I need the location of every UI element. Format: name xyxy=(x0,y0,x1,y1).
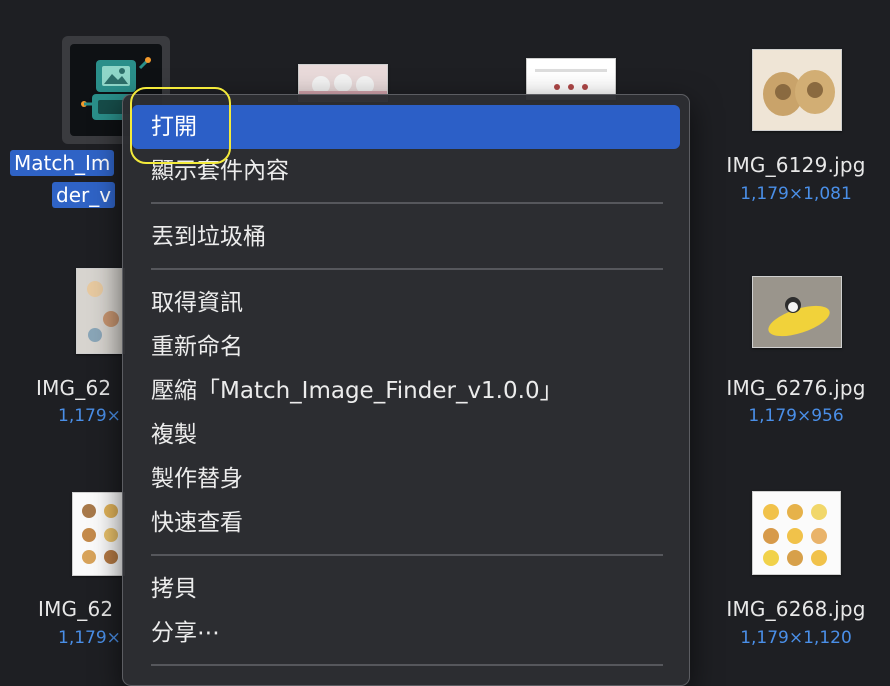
menu-item-show-package-contents[interactable]: 顯示套件內容 xyxy=(132,149,680,193)
thumbnail-img-6268[interactable] xyxy=(752,491,841,575)
menu-separator xyxy=(151,554,663,556)
menu-item-open[interactable]: 打開 xyxy=(132,105,680,149)
photo-thumbnail-icon xyxy=(753,277,841,347)
thumbnail-img-6129[interactable] xyxy=(752,49,842,131)
file-dimensions: 1,179× xyxy=(58,406,121,426)
selected-file-name-line2[interactable]: der_v xyxy=(52,182,116,208)
file-name[interactable]: IMG_6276.jpg xyxy=(703,376,889,400)
file-name[interactable]: IMG_62 xyxy=(38,597,113,621)
menu-item-move-to-trash[interactable]: 丟到垃圾桶 xyxy=(132,215,680,259)
file-dimensions: 1,179×1,120 xyxy=(740,628,852,648)
file-name[interactable]: IMG_62 xyxy=(36,376,111,400)
file-dimensions: 1,179×1,081 xyxy=(740,184,852,204)
selected-file-name-line1[interactable]: Match_Im xyxy=(10,150,115,176)
photo-thumbnail-icon xyxy=(535,69,607,90)
photo-thumbnail-icon xyxy=(753,50,841,130)
menu-separator xyxy=(151,268,663,270)
thumbnail-img-6276[interactable] xyxy=(752,276,842,348)
thumbnail[interactable] xyxy=(72,492,125,576)
menu-separator xyxy=(151,664,663,666)
menu-item-rename[interactable]: 重新命名 xyxy=(132,325,680,369)
photo-thumbnail-icon xyxy=(77,269,125,353)
finder-icon-view: Match_Im der_v IMG_6129.jpg 1,179×1,081 xyxy=(0,0,890,686)
menu-item-compress[interactable]: 壓縮「Match_Image_Finder_v1.0.0」 xyxy=(132,369,680,413)
menu-item-make-alias[interactable]: 製作替身 xyxy=(132,457,680,501)
menu-item-quick-look[interactable]: 快速查看 xyxy=(132,501,680,545)
menu-separator xyxy=(151,202,663,204)
file-name[interactable]: IMG_6268.jpg xyxy=(703,597,889,621)
menu-item-get-info[interactable]: 取得資訊 xyxy=(132,281,680,325)
file-name[interactable]: IMG_6129.jpg xyxy=(703,153,889,177)
photo-thumbnail-icon xyxy=(753,492,840,574)
file-dimensions: 1,179×956 xyxy=(748,406,844,426)
menu-item-duplicate[interactable]: 複製 xyxy=(132,413,680,457)
menu-item-share[interactable]: 分享⋯ xyxy=(132,611,680,655)
photo-thumbnail-icon xyxy=(73,493,125,575)
menu-item-copy[interactable]: 拷貝 xyxy=(132,567,680,611)
context-menu: 打開 顯示套件內容 丟到垃圾桶 取得資訊 重新命名 壓縮「Match_Image… xyxy=(122,94,690,686)
thumbnail[interactable] xyxy=(76,268,125,354)
file-dimensions: 1,179× xyxy=(58,628,121,648)
